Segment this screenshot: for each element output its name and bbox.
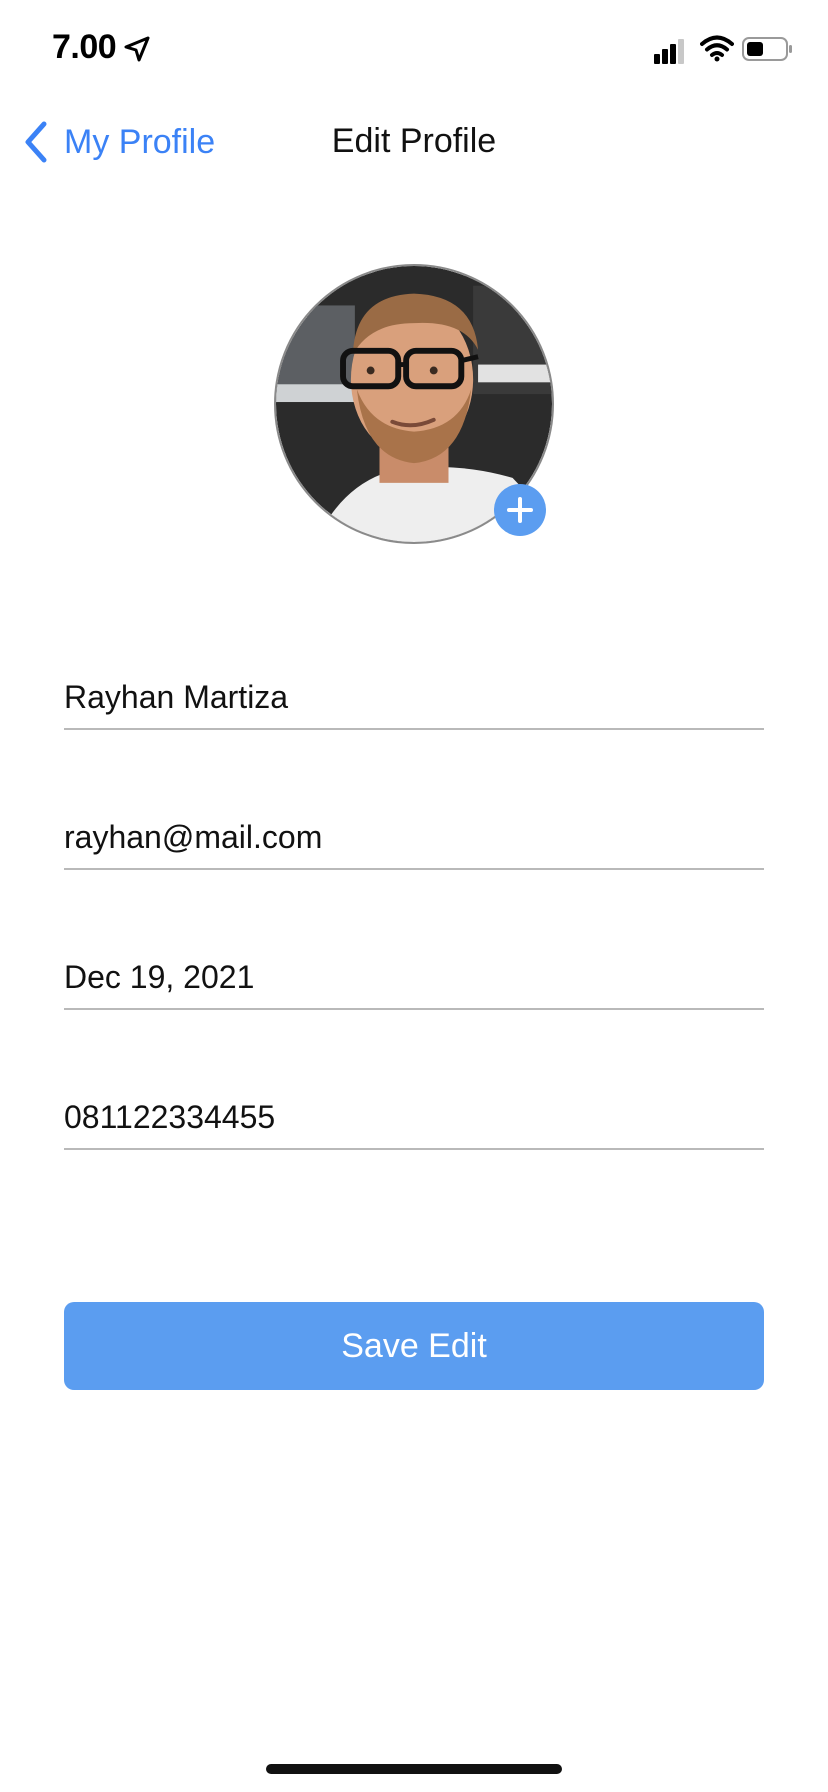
cellular-signal-icon (654, 39, 684, 64)
phone-field-group (64, 1080, 764, 1220)
wifi-icon (700, 35, 734, 62)
phone-field[interactable] (64, 1092, 764, 1142)
battery-icon (742, 37, 792, 61)
email-field-group (64, 800, 764, 940)
save-edit-button[interactable]: Save Edit (64, 1302, 764, 1390)
name-field[interactable] (64, 672, 764, 722)
status-time: 7.00 (52, 28, 117, 66)
navigation-bar: My Profile Edit Profile (0, 100, 828, 180)
email-field[interactable] (64, 812, 764, 862)
birthdate-field[interactable] (64, 952, 764, 1002)
plus-icon (507, 497, 533, 523)
edit-profile-form (64, 660, 764, 1220)
edit-profile-screen: 7.00 My Profile Edit Profile Rayhan Mart… (0, 0, 828, 1792)
name-field-group (64, 660, 764, 800)
birthdate-field-group (64, 940, 764, 1080)
divider (64, 1008, 764, 1010)
divider (64, 868, 764, 870)
add-photo-button[interactable] (494, 484, 546, 536)
home-indicator[interactable] (266, 1764, 562, 1774)
page-title: Edit Profile (331, 122, 497, 160)
divider (64, 728, 764, 730)
location-arrow-icon (124, 36, 150, 62)
status-bar: 7.00 (0, 0, 828, 100)
avatar-section (274, 264, 554, 544)
divider (64, 1148, 764, 1150)
